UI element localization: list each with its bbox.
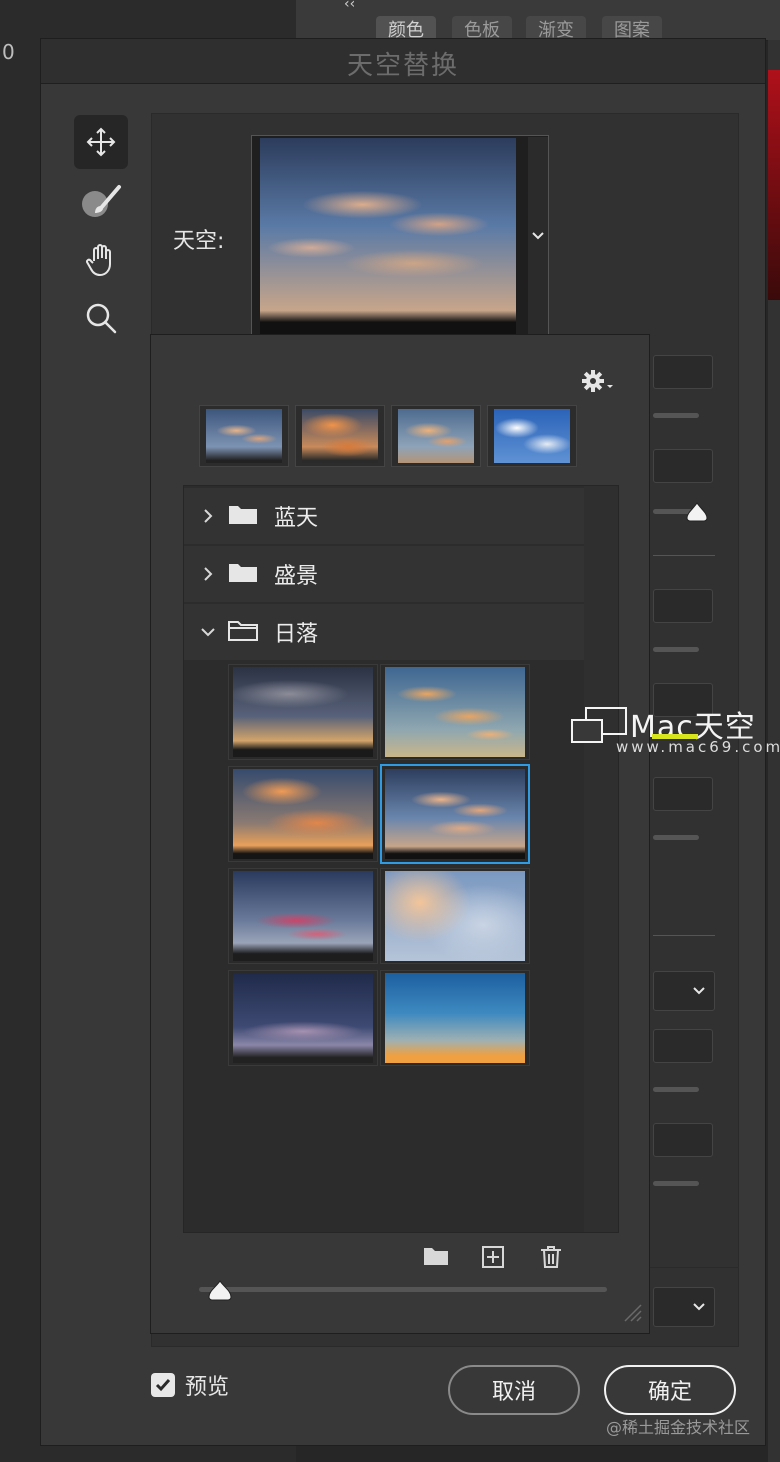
setting-dropdown-1[interactable] (653, 971, 715, 1011)
checkmark-icon (155, 1379, 171, 1392)
slider-thumb-icon[interactable] (685, 501, 709, 523)
recent-sky-1[interactable] (199, 405, 289, 467)
hand-icon (86, 244, 111, 276)
folder-label: 盛景 (274, 564, 319, 589)
chevron-down-icon (532, 232, 544, 240)
folder-row-sunsets[interactable]: 日落 (184, 604, 584, 660)
setting-field-2[interactable] (653, 449, 713, 483)
tab-patterns[interactable]: 图案 (602, 16, 662, 41)
sky-thumbnail (385, 769, 525, 859)
sky-brush-icon (82, 185, 121, 217)
color-field (768, 70, 780, 300)
resize-grip-icon[interactable] (623, 1303, 643, 1323)
recent-sky-4[interactable] (487, 405, 577, 467)
folder-icon (228, 503, 258, 529)
ok-button[interactable]: 确定 (604, 1365, 736, 1415)
trash-icon[interactable] (539, 1245, 563, 1269)
add-sky-icon[interactable] (481, 1245, 505, 1269)
collapse-panels-icon[interactable]: ‹‹ (344, 0, 355, 12)
setting-slider-3[interactable] (653, 647, 699, 652)
sunset-sky-3[interactable] (228, 766, 378, 862)
preview-label: 预览 (185, 1375, 230, 1400)
divider (653, 935, 715, 936)
divider (653, 555, 715, 556)
thumbnail-size-slider[interactable] (199, 1287, 607, 1292)
sunset-sky-7[interactable] (228, 970, 378, 1066)
sky-thumbnail (398, 409, 474, 463)
folder-label: 蓝天 (274, 506, 319, 531)
color-panel-tabs: 颜色 色板 渐变 图案 (296, 0, 780, 41)
move-tool-button[interactable] (74, 115, 128, 169)
chevron-down-icon[interactable] (200, 627, 216, 637)
chevron-right-icon[interactable] (200, 508, 216, 524)
sky-thumbnail (233, 667, 373, 757)
sunset-sky-8[interactable] (380, 970, 530, 1066)
sunset-sky-6[interactable] (380, 868, 530, 964)
sky-thumbnail (206, 409, 282, 463)
output-dropdown[interactable] (653, 1287, 715, 1327)
folder-row-spectacular[interactable]: 盛景 (184, 546, 584, 602)
move-icon (86, 127, 116, 157)
sky-thumbnail (494, 409, 570, 463)
zoom-icon (86, 303, 117, 334)
watermark-url: www.mac69.com (616, 738, 780, 756)
tab-color[interactable]: 颜色 (376, 16, 436, 41)
dialog-titlebar: 天空替换 (41, 39, 765, 84)
sky-thumbnail (233, 973, 373, 1063)
sky-preset-popup: 蓝天 盛景 日落 (150, 334, 650, 1334)
footer-watermark: @稀土掘金技术社区 (606, 1418, 751, 1437)
chevron-down-icon (693, 1303, 705, 1311)
chevron-right-icon[interactable] (200, 566, 216, 582)
dialog-title: 天空替换 (346, 51, 459, 81)
setting-slider-1[interactable] (653, 413, 699, 418)
sky-thumbnail (233, 769, 373, 859)
tab-gradients[interactable]: 渐变 (526, 16, 586, 41)
setting-field-3[interactable] (653, 589, 713, 623)
sky-brush-tool-button[interactable] (74, 175, 128, 229)
sky-preview[interactable] (251, 135, 549, 337)
sky-preview-image (260, 138, 516, 334)
setting-slider-5[interactable] (653, 835, 699, 840)
sunset-sky-1[interactable] (228, 664, 378, 760)
folder-label: 日落 (274, 622, 319, 647)
sky-thumbnail (385, 871, 525, 961)
folder-row-blue-sky[interactable]: 蓝天 (184, 488, 584, 544)
cancel-button[interactable]: 取消 (448, 1365, 580, 1415)
sunset-sky-5[interactable] (228, 868, 378, 964)
setting-slider-6[interactable] (653, 1087, 699, 1092)
sky-folder-tree: 蓝天 盛景 日落 (183, 485, 619, 1233)
new-folder-icon[interactable] (423, 1245, 449, 1267)
preview-checkbox[interactable] (151, 1373, 175, 1397)
hand-tool-button[interactable] (74, 233, 128, 287)
ruler-number: 0 (2, 40, 15, 64)
sky-thumbnail (233, 871, 373, 961)
gear-icon[interactable] (581, 369, 615, 393)
sky-dropdown-button[interactable] (528, 137, 548, 335)
sky-thumbnail (385, 973, 525, 1063)
setting-field-7[interactable] (653, 1123, 713, 1157)
setting-field-6[interactable] (653, 1029, 713, 1063)
setting-field-5[interactable] (653, 777, 713, 811)
folder-icon (228, 561, 258, 587)
tree-scrollbar[interactable] (584, 486, 618, 1232)
sky-thumbnail (385, 667, 525, 757)
chevron-down-icon (693, 987, 705, 995)
setting-field-1[interactable] (653, 355, 713, 389)
folder-open-icon (228, 619, 258, 645)
sunset-sky-4-selected[interactable] (380, 764, 530, 864)
slider-thumb-icon[interactable] (207, 1279, 233, 1303)
setting-slider-7[interactable] (653, 1181, 699, 1186)
recent-sky-2[interactable] (295, 405, 385, 467)
sky-thumbnail (302, 409, 378, 463)
zoom-tool-button[interactable] (74, 291, 128, 345)
sunset-sky-2[interactable] (380, 664, 530, 760)
sky-label: 天空: (173, 229, 225, 254)
tab-swatches[interactable]: 色板 (452, 16, 512, 41)
recent-sky-3[interactable] (391, 405, 481, 467)
